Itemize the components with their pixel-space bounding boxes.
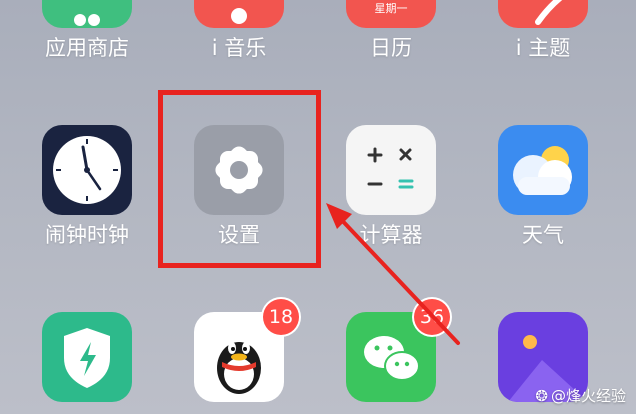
weather-glyph <box>513 146 572 195</box>
theme-icon[interactable] <box>498 0 588 28</box>
phone-manager-icon[interactable] <box>42 312 132 402</box>
highlight-box <box>158 90 321 268</box>
music-label: i 音乐 <box>211 36 267 60</box>
theme-glyph <box>535 0 563 25</box>
app-store-glyph <box>74 14 100 26</box>
app-store-label: 应用商店 <box>45 36 129 60</box>
qq-notification-badge: 18 <box>263 299 299 335</box>
clock-icon[interactable] <box>42 125 132 215</box>
weather-icon[interactable] <box>498 125 588 215</box>
shield-icon <box>64 328 110 388</box>
music-glyph <box>231 8 247 24</box>
clock-glyph <box>53 136 121 204</box>
calculator-label: 计算器 <box>359 223 423 247</box>
calculator-glyph <box>367 147 414 189</box>
weather-label: 天气 <box>522 223 564 247</box>
music-icon[interactable] <box>194 0 284 28</box>
clock-label: 闹钟时钟 <box>45 223 129 247</box>
calendar-weekday: 星期一 <box>374 2 408 15</box>
app-store-icon[interactable] <box>42 0 132 28</box>
calendar-icon[interactable]: 星期一 <box>346 0 436 28</box>
paw-icon: ❂ <box>535 386 548 405</box>
watermark: ❂ @烽火经验 <box>535 385 626 406</box>
calendar-label: 日历 <box>370 36 412 60</box>
wechat-notification-badge: 36 <box>414 299 450 335</box>
watermark-text: @烽火经验 <box>550 387 626 405</box>
theme-label: i 主题 <box>515 36 571 60</box>
calculator-icon[interactable] <box>346 125 436 215</box>
